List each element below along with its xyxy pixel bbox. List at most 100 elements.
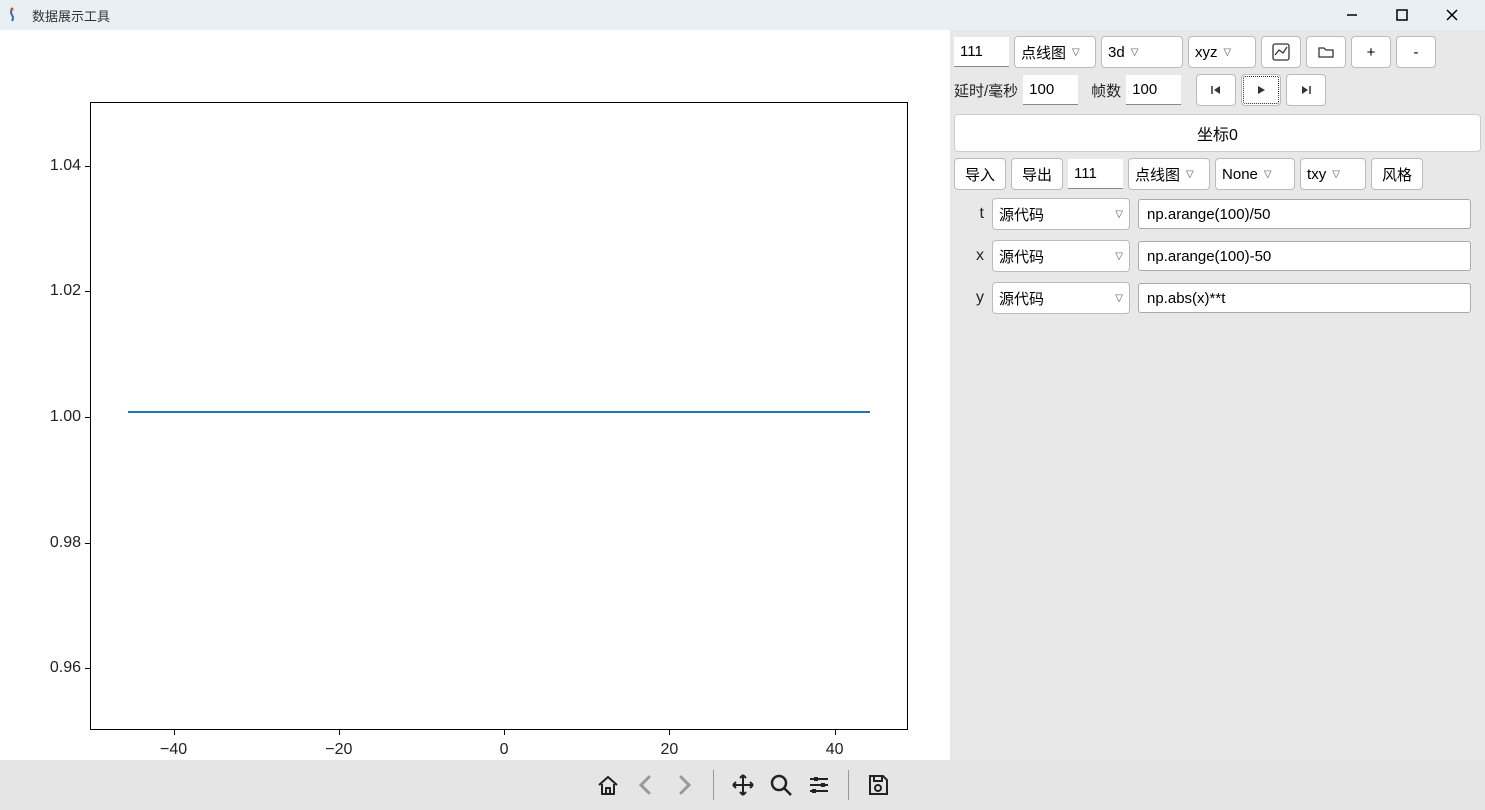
play-icon	[1254, 83, 1268, 97]
x-tick-mark	[339, 729, 340, 735]
x-tick-label: −20	[325, 741, 352, 759]
axis-y-label: y	[964, 289, 984, 307]
axis-x-label: x	[964, 247, 984, 265]
minimize-button[interactable]	[1337, 5, 1367, 25]
arrow-left-icon	[633, 772, 659, 798]
axis-x-expr-input[interactable]	[1138, 241, 1471, 271]
maximize-button[interactable]	[1387, 5, 1417, 25]
coord-plot-type-select[interactable]: 点线图 ▽	[1128, 158, 1210, 190]
frames-label: 帧数	[1091, 80, 1121, 101]
toolbar-divider	[848, 770, 849, 800]
coord-mode-value: xyz	[1195, 44, 1218, 61]
axis-y-source-select[interactable]: 源代码 ▽	[992, 282, 1130, 314]
folder-button[interactable]	[1306, 36, 1346, 68]
coord-plot-type-value: 点线图	[1135, 164, 1180, 185]
y-tick-mark	[85, 417, 91, 418]
axis-row-x: x 源代码▽	[954, 238, 1481, 274]
folder-icon	[1317, 43, 1335, 61]
step-back-icon	[1209, 83, 1223, 97]
axis-t-source-select[interactable]: 源代码 ▽	[992, 198, 1130, 230]
close-button[interactable]	[1437, 5, 1467, 25]
x-tick-mark	[174, 729, 175, 735]
dimension-select[interactable]: 3d ▽	[1101, 36, 1183, 68]
x-tick-label: −40	[160, 741, 187, 759]
add-button[interactable]: +	[1351, 36, 1391, 68]
delay-input[interactable]	[1023, 75, 1078, 105]
plot-type-value: 点线图	[1021, 42, 1066, 63]
home-button[interactable]	[595, 772, 621, 798]
x-tick-label: 0	[500, 741, 509, 759]
x-tick-label: 40	[826, 741, 844, 759]
zoom-icon	[768, 772, 794, 798]
axis-t-source-value: 源代码	[999, 204, 1044, 225]
coord-mode-select[interactable]: xyz ▽	[1188, 36, 1256, 68]
pan-button[interactable]	[730, 772, 756, 798]
pan-icon	[730, 772, 756, 798]
y-tick-mark	[85, 668, 91, 669]
window-title: 数据展示工具	[32, 6, 1337, 25]
back-button[interactable]	[633, 772, 659, 798]
delay-label: 延时/毫秒	[954, 80, 1018, 101]
y-tick-label: 1.02	[26, 282, 81, 300]
axis-x-source-select[interactable]: 源代码▽	[992, 240, 1130, 272]
x-tick-mark	[504, 729, 505, 735]
y-tick-label: 1.00	[26, 408, 81, 426]
y-tick-mark	[85, 166, 91, 167]
y-tick-label: 0.98	[26, 534, 81, 552]
x-tick-mark	[669, 729, 670, 735]
plot-type-select[interactable]: 点线图 ▽	[1014, 36, 1096, 68]
dimension-value: 3d	[1108, 44, 1125, 61]
save-icon	[865, 772, 891, 798]
chevron-down-icon: ▽	[1224, 47, 1232, 58]
plot-line-series	[128, 411, 870, 413]
step-back-button[interactable]	[1196, 74, 1236, 106]
plot-axes: 0.960.981.001.021.04−40−2002040	[90, 102, 908, 730]
frames-input[interactable]	[1126, 75, 1181, 105]
chevron-down-icon: ▽	[1072, 47, 1080, 58]
chevron-down-icon: ▽	[1186, 169, 1194, 180]
save-button[interactable]	[865, 772, 891, 798]
zoom-button[interactable]	[768, 772, 794, 798]
sliders-icon	[806, 772, 832, 798]
step-forward-icon	[1299, 83, 1313, 97]
app-icon	[8, 7, 24, 23]
step-forward-button[interactable]	[1286, 74, 1326, 106]
chevron-down-icon: ▽	[1115, 293, 1123, 304]
x-tick-mark	[835, 729, 836, 735]
import-button[interactable]: 导入	[954, 158, 1006, 190]
axis-row-y: y 源代码 ▽	[954, 280, 1481, 316]
coord-none-select[interactable]: None ▽	[1215, 158, 1295, 190]
configure-button[interactable]	[806, 772, 832, 798]
titlebar: 数据展示工具	[0, 0, 1485, 30]
chevron-down-icon: ▽	[1115, 209, 1123, 220]
style-button[interactable]: 风格	[1371, 158, 1423, 190]
forward-button[interactable]	[671, 772, 697, 798]
chart-button[interactable]	[1261, 36, 1301, 68]
y-tick-label: 1.04	[26, 157, 81, 175]
axis-t-label: t	[964, 205, 984, 223]
export-button[interactable]: 导出	[1011, 158, 1063, 190]
y-tick-mark	[85, 291, 91, 292]
side-panel: 点线图 ▽ 3d ▽ xyz ▽ + - 延时/毫秒 帧数 坐标0 导入 导出 点线图…	[950, 30, 1485, 760]
coord-axis-mode-value: txy	[1307, 166, 1326, 183]
coord-subplot-id-input[interactable]	[1068, 159, 1123, 189]
coord-axis-mode-select[interactable]: txy ▽	[1300, 158, 1366, 190]
chevron-down-icon: ▽	[1264, 169, 1272, 180]
matplotlib-toolbar	[0, 760, 1485, 810]
plot-canvas[interactable]: 0.960.981.001.021.04−40−2002040	[0, 30, 950, 760]
axis-y-expr-input[interactable]	[1138, 283, 1471, 313]
chevron-down-icon: ▽	[1115, 251, 1123, 262]
y-tick-label: 0.96	[26, 659, 81, 677]
window-controls	[1337, 5, 1477, 25]
axis-t-expr-input[interactable]	[1138, 199, 1471, 229]
axis-row-t: t 源代码 ▽	[954, 196, 1481, 232]
coord-section-header[interactable]: 坐标0	[954, 114, 1481, 152]
axis-y-source-value: 源代码	[999, 288, 1044, 309]
chevron-down-icon: ▽	[1332, 169, 1340, 180]
home-icon	[595, 772, 621, 798]
remove-button[interactable]: -	[1396, 36, 1436, 68]
coord-none-value: None	[1222, 166, 1258, 183]
chevron-down-icon: ▽	[1131, 47, 1139, 58]
subplot-id-input[interactable]	[954, 37, 1009, 67]
play-button[interactable]	[1241, 74, 1281, 106]
